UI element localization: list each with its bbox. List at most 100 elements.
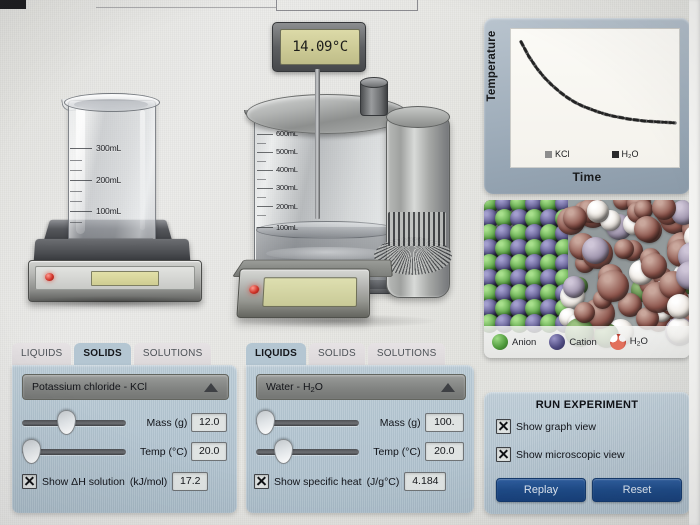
top-edge-line [96, 0, 276, 8]
beaker-label-300: 300mL [96, 143, 121, 153]
delta-h-value[interactable]: 17.2 [172, 472, 209, 491]
beaker-tick-minor [70, 191, 82, 192]
vessel-label-100: 100mL [276, 223, 298, 232]
chevron-up-icon [204, 382, 218, 392]
liquid-mass-slider[interactable] [256, 409, 360, 435]
run-experiment-title: RUN EXPERIMENT [535, 399, 639, 411]
vessel-tick-100 [257, 227, 273, 228]
delta-h-unit: (kJ/mol) [129, 475, 168, 488]
solid-mass-slider[interactable] [22, 409, 126, 435]
graph-view-panel: Temperature KCl H₂O Time [484, 18, 690, 194]
vessel-label-400: 400mL [276, 165, 298, 174]
show-delta-h-row: Show ΔH solution (kJ/mol) 17.2 [22, 472, 209, 491]
solvated-molecule-sphere [563, 206, 587, 230]
liquid-temp-slider-thumb[interactable] [273, 438, 293, 464]
legend-swatch-h2o [611, 150, 619, 158]
thermometer-reading: 14.09°C [292, 39, 348, 55]
digital-thermometer[interactable]: 14.09°C [272, 22, 366, 72]
legend-label-cation: Cation [569, 336, 597, 348]
beaker-tick-minor [70, 170, 82, 171]
liquid-substance-dropdown[interactable]: Water - H2O [256, 374, 466, 400]
tab-solids[interactable]: SOLIDS [308, 343, 365, 365]
solid-mass-label: Mass (g) [146, 416, 188, 429]
balance-lcd-display [91, 271, 159, 286]
solid-temp-row: Temp (°C) 20.0 [22, 438, 227, 464]
beaker-label-100: 100mL [96, 206, 121, 216]
solvated-molecule-sphere [574, 302, 595, 323]
solvated-molecule-sphere [634, 216, 660, 242]
solid-temp-slider[interactable] [22, 438, 126, 464]
show-specific-heat-checkbox[interactable] [254, 474, 269, 489]
vessel-label-500: 500mL [276, 147, 298, 156]
legend-item-kcl: KCl [545, 149, 570, 159]
beaker-tick-300 [70, 148, 92, 149]
liquid-mass-label: Mass (g) [379, 416, 421, 429]
tab-liquids[interactable]: LIQUIDS [246, 343, 306, 365]
temperature-decay-curve [519, 40, 677, 125]
liquid-temp-slider[interactable] [256, 438, 360, 464]
crystal-lattice-view [484, 200, 589, 333]
graph-x-axis-label: Time [572, 170, 602, 184]
liquid-mass-slider-thumb[interactable] [256, 409, 275, 435]
tab-solutions[interactable]: SOLUTIONS [367, 343, 446, 365]
solvated-molecule-sphere [587, 200, 608, 221]
show-microscopic-view-checkbox[interactable] [496, 447, 511, 462]
solvated-molecule-sphere [597, 270, 629, 302]
temperature-probe [315, 69, 320, 219]
beaker-and-balance: 300mL 200mL 100mL [14, 90, 208, 330]
solid-temp-value[interactable]: 20.0 [191, 442, 227, 461]
chevron-up-icon [441, 382, 455, 392]
tab-liquids[interactable]: LIQUIDS [12, 343, 72, 365]
vessel-label-300: 300mL [276, 183, 298, 192]
replay-button[interactable]: Replay [496, 478, 586, 502]
beaker-inner-ellipse [74, 99, 148, 110]
calorimeter-base[interactable] [236, 268, 371, 319]
tab-solutions[interactable]: SOLUTIONS [133, 343, 212, 365]
run-experiment-panel: RUN EXPERIMENT Show graph view Show micr… [484, 392, 690, 514]
vessel-label-200: 200mL [276, 202, 298, 211]
calorimeter-shell-top [386, 106, 450, 128]
solvated-molecule-sphere [563, 276, 585, 298]
vessel-tick-300 [257, 188, 273, 189]
graph-y-axis-label: Temperature [486, 30, 498, 102]
graph-plot-area: KCl H₂O [510, 28, 680, 168]
show-graph-view-row: Show graph view [496, 419, 596, 434]
show-delta-h-checkbox[interactable] [22, 474, 37, 489]
show-specific-heat-label: Show specific heat [274, 475, 362, 488]
show-graph-view-label: Show graph view [516, 420, 596, 433]
beaker-tick-minor [70, 201, 82, 202]
solid-temp-label: Temp (°C) [139, 445, 188, 458]
solid-substance-dropdown[interactable]: Potassium chloride - KCl [22, 374, 229, 400]
legend-item-water: H2O [609, 334, 648, 350]
solid-mass-slider-thumb[interactable] [57, 409, 77, 435]
thermometer-lcd: 14.09°C [280, 29, 360, 65]
tab-solids[interactable]: SOLIDS [74, 343, 131, 365]
solid-substance-value: Potassium chloride - KCl [32, 381, 147, 393]
top-left-dark-bar [0, 0, 26, 9]
legend-label-kcl: KCl [555, 149, 570, 159]
vessel-tick-minor [257, 161, 266, 162]
liquid-temp-value[interactable]: 20.0 [424, 442, 465, 461]
simulation-page: 300mL 200mL 100mL 14.09°C 600mL 500mL 40… [0, 0, 700, 525]
beaker-highlight-right [140, 110, 145, 230]
reset-button[interactable]: Reset [592, 478, 682, 502]
power-led-icon [45, 273, 54, 281]
liquids-tab-bar: LIQUIDS SOLIDS SOLUTIONS [246, 343, 446, 365]
power-led-icon [248, 285, 260, 294]
vessel-tick-400 [257, 170, 273, 171]
liquid-substance-value: Water - H2O [266, 380, 323, 394]
beaker-tick-200 [70, 180, 92, 181]
solids-tab-bar: LIQUIDS SOLIDS SOLUTIONS [12, 343, 212, 365]
liquid-mass-value[interactable]: 100. [424, 413, 465, 432]
specific-heat-value[interactable]: 4.184 [404, 472, 447, 491]
legend-label-water: H2O [629, 336, 648, 348]
solid-mass-value[interactable]: 12.0 [191, 413, 227, 432]
graph-legend: KCl H₂O [545, 149, 695, 159]
solvated-molecule-sphere [667, 294, 690, 319]
vessel-tick-minor [257, 143, 266, 144]
show-graph-view-checkbox[interactable] [496, 419, 511, 434]
solids-panel: Potassium chloride - KCl Mass (g) 12.0 T… [12, 365, 237, 513]
solid-temp-slider-thumb[interactable] [22, 438, 41, 464]
calorimeter-vents [388, 212, 446, 246]
solution-molecules-view [557, 200, 690, 348]
